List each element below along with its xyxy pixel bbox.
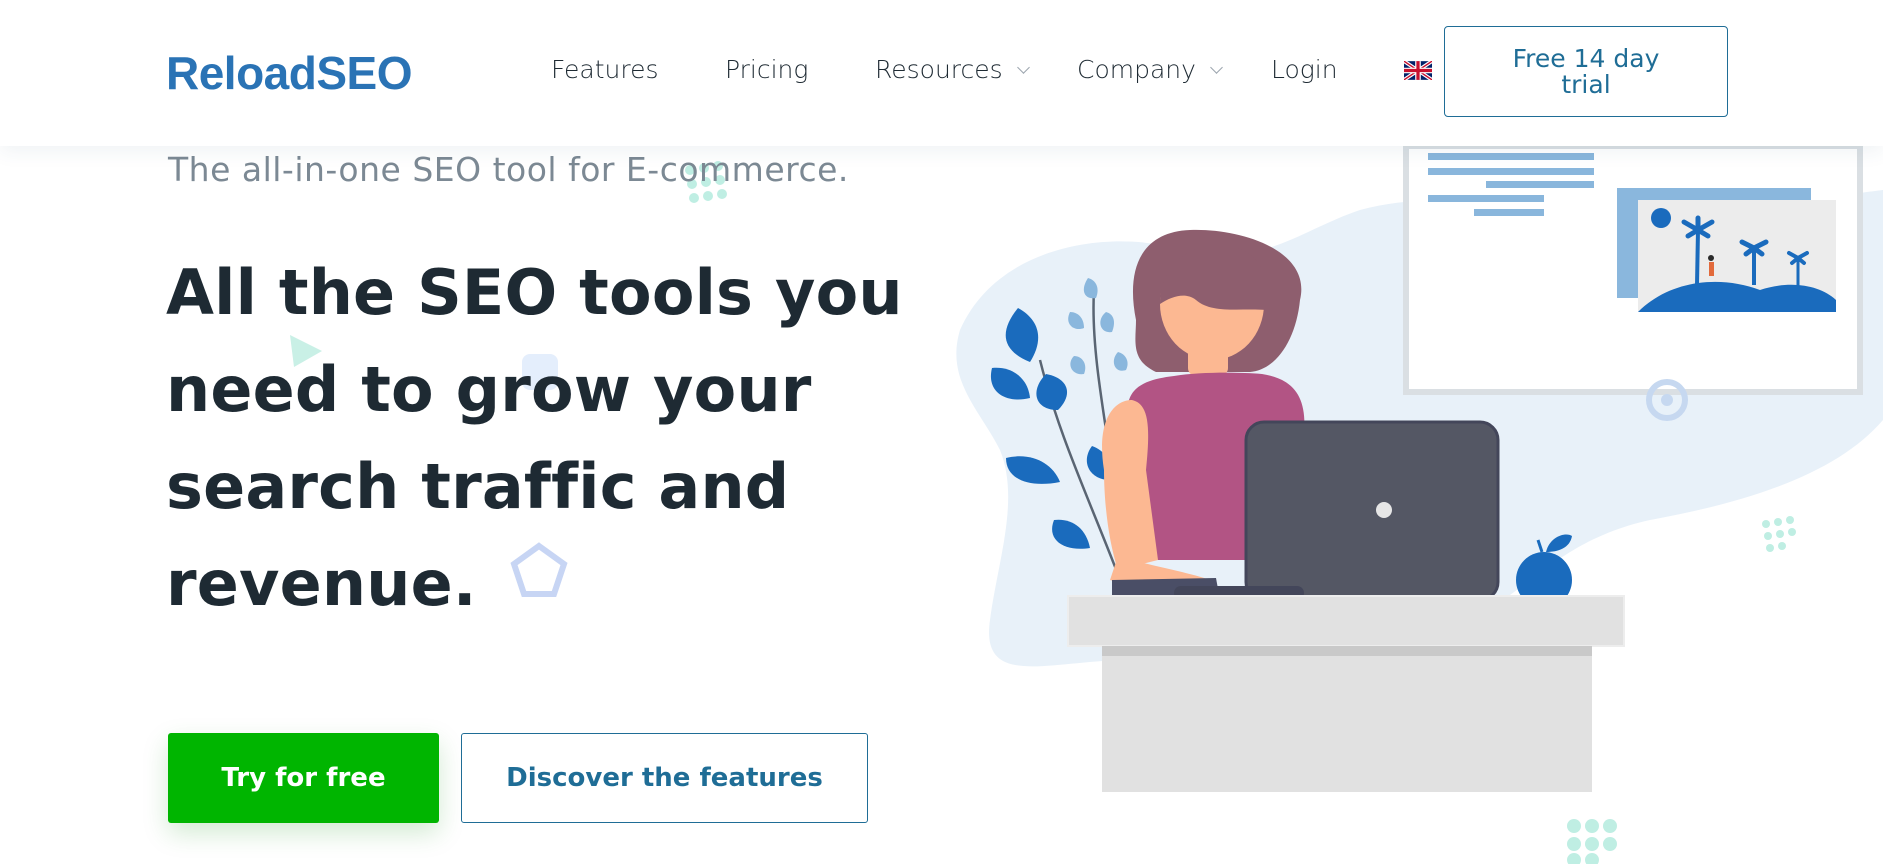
nav-company-label: Company — [1077, 55, 1196, 84]
free-trial-button[interactable]: Free 14 day trial — [1444, 26, 1728, 117]
logo[interactable]: ReloadSEO — [166, 46, 413, 100]
discover-features-button[interactable]: Discover the features — [461, 733, 868, 823]
hero-subtitle: The all-in-one SEO tool for E-commerce. — [168, 150, 849, 189]
nav-features[interactable]: Features — [551, 55, 659, 84]
try-for-free-button[interactable]: Try for free — [168, 733, 439, 823]
document-frame-illustration — [1403, 143, 1863, 395]
nav-resources-label: Resources — [875, 55, 1003, 84]
site-header: ReloadSEO Features Pricing Resources Com… — [0, 0, 1883, 146]
desk-illustration — [1067, 595, 1625, 792]
hero-illustration — [956, 143, 1883, 864]
nav-resources[interactable]: Resources — [875, 55, 1030, 84]
nav-pricing-label: Pricing — [725, 55, 809, 84]
uk-flag-icon[interactable] — [1404, 61, 1432, 80]
hero-headline: All the SEO tools you need to grow your … — [166, 256, 903, 620]
chevron-down-icon — [1016, 61, 1030, 74]
nav-login[interactable]: Login — [1271, 55, 1338, 84]
nav-login-label: Login — [1271, 55, 1338, 84]
chevron-down-icon — [1210, 61, 1223, 74]
nav-company[interactable]: Company — [1077, 55, 1223, 84]
nav-features-label: Features — [551, 55, 659, 84]
nav-pricing[interactable]: Pricing — [725, 55, 808, 84]
